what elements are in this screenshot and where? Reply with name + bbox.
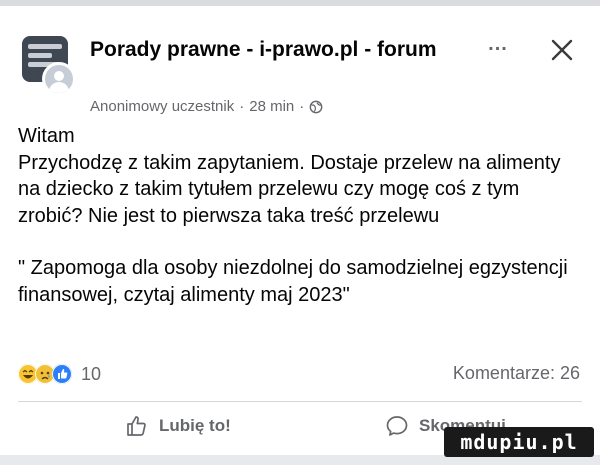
post-card: Porady prawne - i-prawo.pl - forum Anoni… bbox=[0, 0, 600, 455]
divider bbox=[18, 401, 582, 402]
globe-icon bbox=[309, 100, 323, 113]
post-meta: Anonimowy uczestnik · 28 min · bbox=[90, 98, 323, 115]
post-body: Witam Przychodzę z takim zapytaniem. Dos… bbox=[18, 123, 583, 308]
post-paragraph: Przychodzę z takim zapytaniem. Dostaje p… bbox=[18, 151, 561, 227]
avatar-group[interactable] bbox=[18, 36, 80, 98]
reactions-summary[interactable]: 10 bbox=[18, 363, 101, 385]
author-name[interactable]: Anonimowy uczestnik bbox=[90, 98, 234, 115]
thumbs-up-icon bbox=[127, 416, 146, 436]
like-label: Lubię to! bbox=[159, 416, 231, 435]
comment-icon bbox=[386, 416, 408, 436]
meta-separator: · bbox=[299, 98, 305, 115]
like-button[interactable]: Lubię to! bbox=[125, 414, 231, 438]
user-avatar[interactable] bbox=[42, 62, 76, 96]
post-time[interactable]: 28 min bbox=[249, 98, 294, 115]
reaction-count: 10 bbox=[81, 363, 102, 384]
close-icon[interactable] bbox=[546, 34, 578, 66]
post-paragraph: " Zapomoga dla osoby niezdolnej do samod… bbox=[18, 257, 568, 306]
post-header: Porady prawne - i-prawo.pl - forum Anoni… bbox=[18, 28, 588, 120]
more-options-button[interactable]: ... bbox=[480, 34, 516, 60]
watermark-logo: mdupiu.pl bbox=[444, 427, 594, 457]
post-greeting: Witam bbox=[18, 125, 75, 147]
like-icon bbox=[52, 364, 72, 384]
comments-count-link[interactable]: Komentarze: 26 bbox=[453, 363, 580, 384]
meta-separator: · bbox=[239, 98, 245, 115]
group-name-link[interactable]: Porady prawne - i-prawo.pl - forum bbox=[90, 36, 480, 63]
